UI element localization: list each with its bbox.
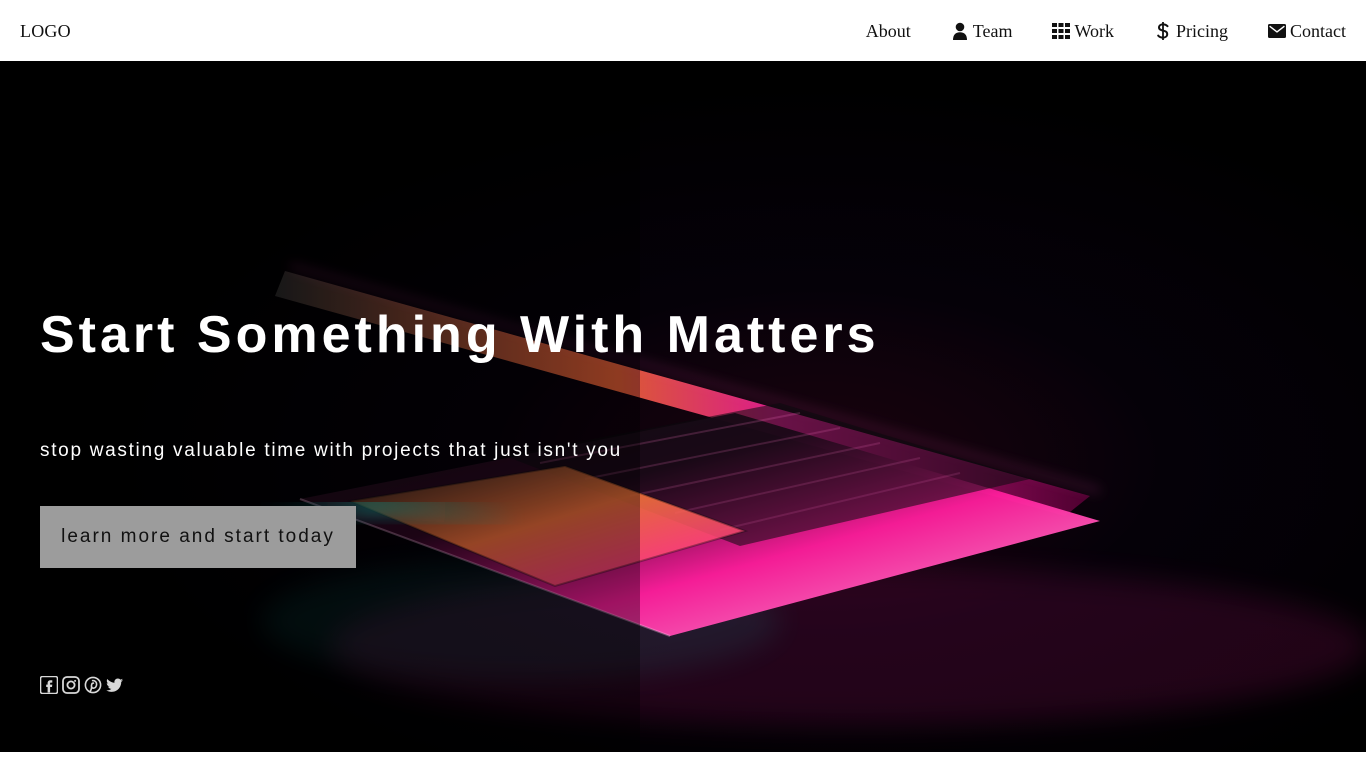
nav-link-work[interactable]: Work xyxy=(1052,22,1114,40)
instagram-link[interactable] xyxy=(62,676,80,694)
pinterest-link[interactable] xyxy=(84,676,102,694)
grid-icon xyxy=(1052,22,1071,40)
nav-label-contact: Contact xyxy=(1290,20,1346,41)
user-icon xyxy=(951,22,969,40)
facebook-icon xyxy=(40,676,58,694)
logo[interactable]: LOGO xyxy=(20,22,71,40)
twitter-icon xyxy=(106,676,124,694)
nav-label-about: About xyxy=(865,20,911,41)
pinterest-icon xyxy=(84,676,102,694)
nav-link-about[interactable]: About xyxy=(866,22,911,40)
hero-title: Start Something With Matters xyxy=(40,306,880,364)
main-nav: About Team Work Pricing Contact xyxy=(866,20,1346,41)
nav-link-team[interactable]: Team xyxy=(951,20,1013,41)
nav-label-pricing: Pricing xyxy=(1176,20,1228,41)
hero-subtitle: stop wasting valuable time with projects… xyxy=(40,440,622,461)
social-links xyxy=(40,676,124,694)
hero-content: Start Something With Matters stop wastin… xyxy=(40,61,940,752)
nav-label-team: Team xyxy=(972,20,1013,41)
envelope-icon xyxy=(1268,22,1286,40)
nav-link-contact[interactable]: Contact xyxy=(1268,22,1346,40)
hero-section: Start Something With Matters stop wastin… xyxy=(0,61,1366,752)
twitter-link[interactable] xyxy=(106,676,124,694)
cta-button[interactable]: learn more and start today xyxy=(40,506,356,568)
dollar-icon xyxy=(1154,21,1172,40)
top-navigation-bar: LOGO About Team Work Pricing Contact xyxy=(0,0,1366,61)
nav-link-pricing[interactable]: Pricing xyxy=(1154,20,1228,41)
instagram-icon xyxy=(62,676,80,694)
facebook-link[interactable] xyxy=(40,676,58,694)
nav-label-work: Work xyxy=(1074,20,1114,41)
